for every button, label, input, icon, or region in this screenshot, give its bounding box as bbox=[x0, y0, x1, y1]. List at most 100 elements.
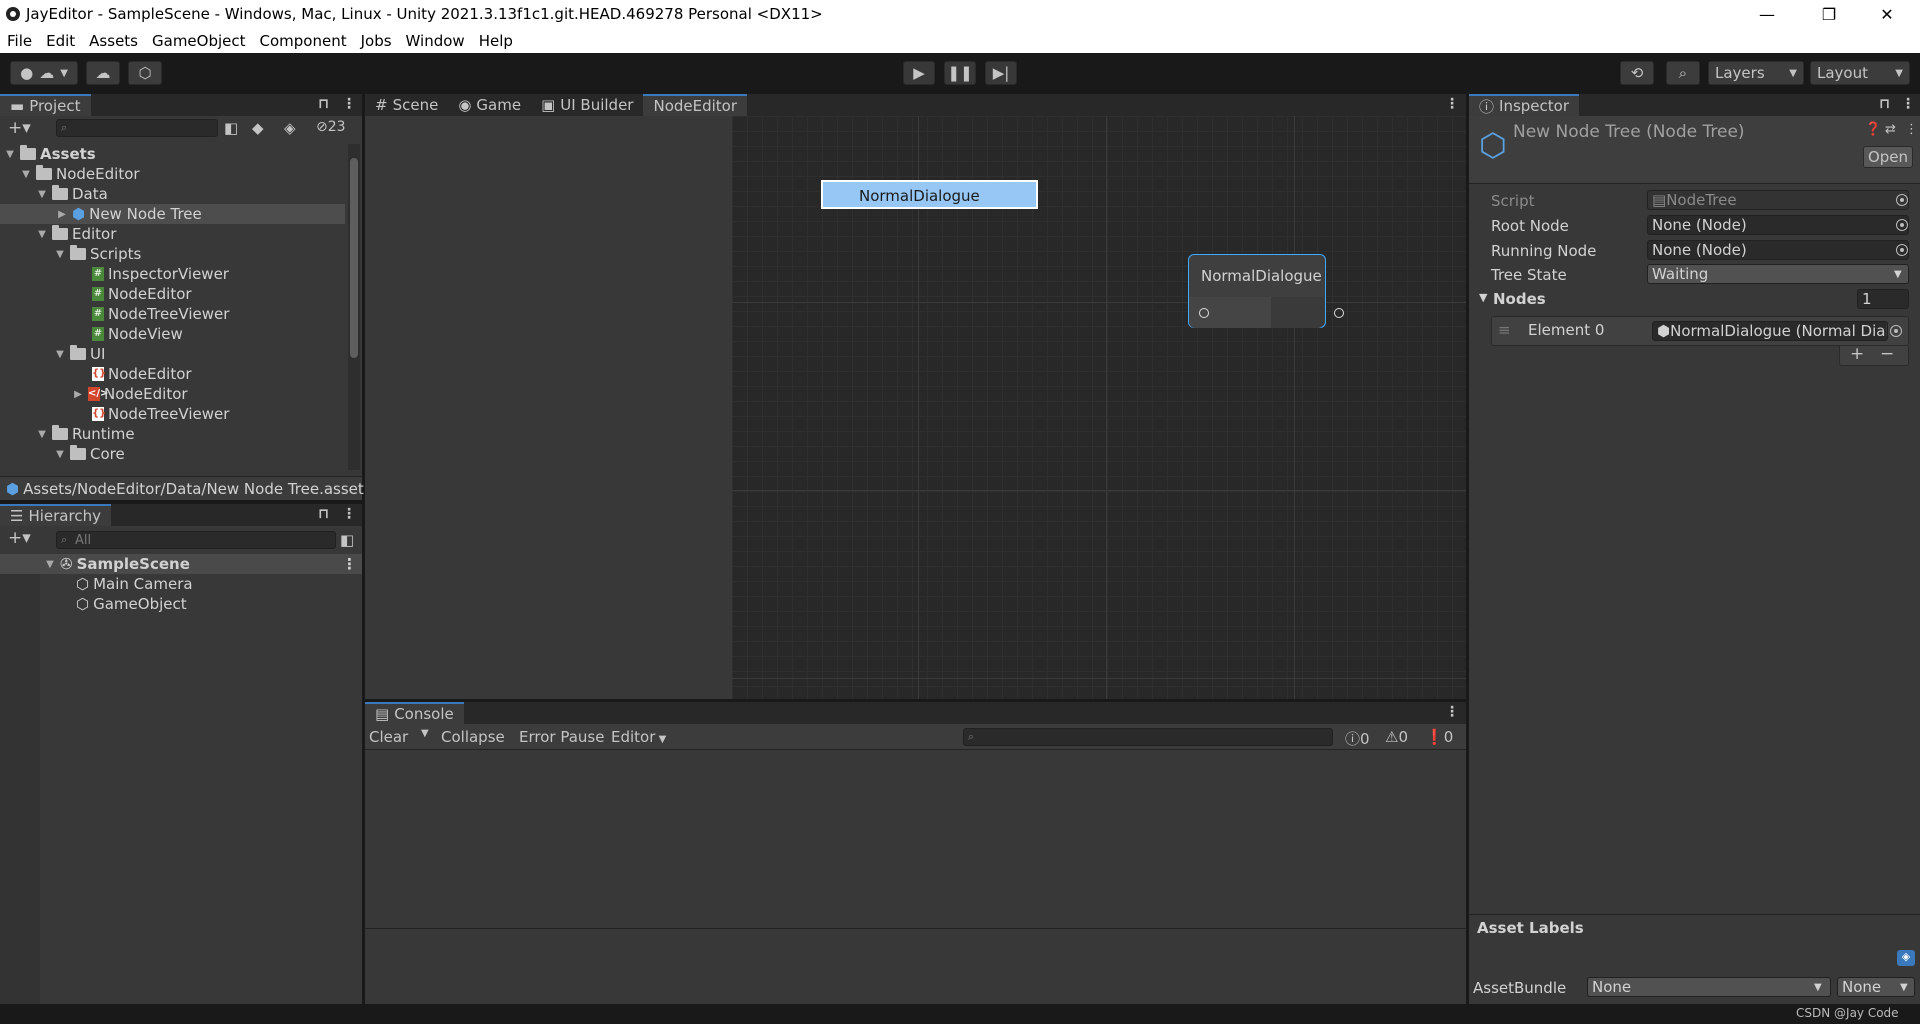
foldout-arrow-icon[interactable]: ▼ bbox=[1479, 291, 1487, 304]
warning-filter-toggle[interactable]: ⚠0 bbox=[1385, 728, 1408, 746]
component-menu-icon[interactable]: ⋮ bbox=[1905, 122, 1918, 137]
cloud-button[interactable]: ☁ bbox=[86, 61, 120, 85]
expand-arrow-icon[interactable]: ▼ bbox=[36, 229, 48, 240]
expand-arrow-icon[interactable]: ▼ bbox=[4, 149, 16, 160]
panel-menu-icon[interactable]: ⋮ bbox=[1445, 704, 1459, 720]
tab-game[interactable]: ◉ Game bbox=[448, 94, 531, 116]
scrollbar-thumb[interactable] bbox=[350, 158, 358, 358]
filter-type-icon[interactable]: ◆ bbox=[252, 119, 264, 137]
scene-menu-icon[interactable]: ⋮ bbox=[342, 555, 357, 573]
tab-scene[interactable]: # Scene bbox=[365, 94, 448, 116]
expand-arrow-icon[interactable]: ▼ bbox=[36, 429, 48, 440]
layout-dropdown[interactable]: Layout ▼ bbox=[1810, 61, 1910, 85]
filter-label-icon[interactable]: ◈ bbox=[284, 119, 296, 137]
running-node-field[interactable]: None (Node) bbox=[1647, 240, 1909, 260]
nodes-label[interactable]: Nodes bbox=[1493, 290, 1546, 308]
tab-ui-builder[interactable]: ▣ UI Builder bbox=[531, 94, 643, 116]
tree-item-nodetreeviewer-cs[interactable]: # NodeTreeViewer bbox=[92, 304, 229, 324]
hierarchy-item-main-camera[interactable]: ⬡ Main Camera bbox=[76, 574, 193, 594]
minimize-button[interactable]: — bbox=[1744, 0, 1790, 28]
lock-icon[interactable]: ⊓ bbox=[318, 506, 329, 522]
project-search-input[interactable]: ⌕ bbox=[56, 119, 218, 137]
assetbundle-variant-dropdown[interactable]: None ▼ bbox=[1837, 977, 1915, 997]
element-0-field[interactable]: ⬢NormalDialogue (Normal Dialogue) bbox=[1652, 321, 1888, 341]
drag-handle-icon[interactable]: ≡ bbox=[1498, 321, 1511, 339]
tree-item-editor[interactable]: ▼ Editor bbox=[36, 224, 116, 244]
presets-icon[interactable]: ⇄ bbox=[1885, 122, 1896, 137]
step-button[interactable]: ▶| bbox=[985, 61, 1017, 85]
account-button[interactable]: ● ☁ ▼ bbox=[10, 61, 78, 85]
menu-edit[interactable]: Edit bbox=[39, 32, 82, 50]
expand-arrow-icon[interactable]: ▼ bbox=[44, 559, 56, 570]
help-icon[interactable]: ❓ bbox=[1865, 122, 1881, 137]
project-scrollbar[interactable] bbox=[348, 144, 360, 470]
tab-hierarchy[interactable]: ☰ Hierarchy bbox=[0, 504, 111, 526]
tree-item-nodeeditor-uxml[interactable]: {} NodeEditor bbox=[92, 364, 192, 384]
clear-options-chevron-icon[interactable]: ▼ bbox=[421, 728, 429, 739]
menu-window[interactable]: Window bbox=[399, 32, 472, 50]
label-tag-icon[interactable]: ◈ bbox=[1897, 950, 1915, 966]
expand-arrow-icon[interactable]: ▼ bbox=[54, 449, 66, 460]
panel-menu-icon[interactable]: ⋮ bbox=[342, 506, 356, 522]
console-search-input[interactable]: ⌕ bbox=[963, 728, 1333, 746]
hierarchy-item-gameobject[interactable]: ⬡ GameObject bbox=[76, 594, 187, 614]
editor-dropdown[interactable]: Editor ▼ bbox=[611, 728, 666, 746]
tree-item-nodeeditor-cs[interactable]: # NodeEditor bbox=[92, 284, 192, 304]
assetbundle-dropdown[interactable]: None ▼ bbox=[1587, 977, 1831, 997]
error-filter-toggle[interactable]: ❗0 bbox=[1425, 728, 1453, 746]
lock-icon[interactable]: ⊓ bbox=[318, 96, 329, 112]
menu-assets[interactable]: Assets bbox=[82, 32, 145, 50]
node-normal-dialogue[interactable]: NormalDialogue bbox=[1188, 254, 1344, 328]
node-list-item[interactable]: NormalDialogue bbox=[821, 180, 1038, 209]
history-button[interactable]: ⟲ bbox=[1620, 61, 1654, 85]
add-element-button[interactable]: + bbox=[1850, 344, 1864, 364]
tree-item-data[interactable]: ▼ Data bbox=[36, 184, 108, 204]
panel-menu-icon[interactable]: ⋮ bbox=[1445, 96, 1459, 112]
tree-item-inspectorviewer[interactable]: # InspectorViewer bbox=[92, 264, 229, 284]
object-picker-icon[interactable] bbox=[1890, 325, 1902, 337]
tree-item-ui[interactable]: ▼ UI bbox=[54, 344, 105, 364]
info-filter-toggle[interactable]: ⓘ0 bbox=[1345, 728, 1370, 749]
expand-arrow-icon[interactable]: ▶ bbox=[56, 209, 68, 220]
search-by-type-icon[interactable]: ◧ bbox=[340, 531, 354, 549]
menu-gameobject[interactable]: GameObject bbox=[145, 32, 253, 50]
hidden-packages-toggle[interactable]: ⊘23 bbox=[316, 119, 346, 135]
expand-arrow-icon[interactable]: ▼ bbox=[20, 169, 32, 180]
package-button[interactable]: ⬡ bbox=[128, 61, 162, 85]
root-node-field[interactable]: None (Node) bbox=[1647, 215, 1909, 235]
tab-inspector[interactable]: ⓘ Inspector bbox=[1469, 94, 1579, 116]
play-button[interactable]: ▶ bbox=[903, 61, 935, 85]
nodes-size-field[interactable]: 1 bbox=[1857, 289, 1909, 309]
tree-state-dropdown[interactable]: Waiting ▼ bbox=[1647, 264, 1909, 284]
expand-arrow-icon[interactable]: ▼ bbox=[36, 189, 48, 200]
search-by-type-icon[interactable]: ◧ bbox=[224, 119, 238, 137]
output-port[interactable] bbox=[1334, 308, 1344, 318]
expand-arrow-icon[interactable]: ▶ bbox=[72, 389, 84, 400]
menu-file[interactable]: File bbox=[0, 32, 39, 50]
tree-item-nodeeditor[interactable]: ▼ NodeEditor bbox=[20, 164, 140, 184]
tree-item-runtime[interactable]: ▼ Runtime bbox=[36, 424, 135, 444]
tree-item-nodeeditor-uss[interactable]: ▶ </> NodeEditor bbox=[72, 384, 187, 404]
layers-dropdown[interactable]: Layers ▼ bbox=[1708, 61, 1804, 85]
collapse-button[interactable]: Collapse bbox=[441, 728, 505, 746]
close-button[interactable]: ✕ bbox=[1864, 0, 1910, 28]
error-pause-button[interactable]: Error Pause bbox=[519, 728, 604, 746]
object-picker-icon[interactable] bbox=[1896, 244, 1908, 256]
menu-jobs[interactable]: Jobs bbox=[354, 32, 399, 50]
scene-row[interactable]: ▼ ✇ SampleScene ⋮ bbox=[0, 554, 362, 574]
clear-button[interactable]: Clear bbox=[369, 728, 408, 746]
create-plus-icon[interactable]: +▾ bbox=[8, 118, 31, 138]
menu-help[interactable]: Help bbox=[472, 32, 520, 50]
input-port[interactable] bbox=[1199, 308, 1209, 318]
maximize-button[interactable]: ❐ bbox=[1806, 0, 1852, 28]
tab-console[interactable]: ▤ Console bbox=[365, 702, 464, 724]
open-button[interactable]: Open bbox=[1863, 146, 1913, 168]
expand-arrow-icon[interactable]: ▼ bbox=[54, 349, 66, 360]
tab-nodeeditor[interactable]: NodeEditor bbox=[643, 94, 748, 116]
tab-project[interactable]: ▬ Project bbox=[0, 94, 91, 116]
expand-arrow-icon[interactable]: ▼ bbox=[54, 249, 66, 260]
hierarchy-search-input[interactable]: ⌕ All bbox=[56, 531, 336, 549]
create-plus-icon[interactable]: +▾ bbox=[8, 528, 31, 548]
console-splitter[interactable] bbox=[365, 928, 1466, 929]
pause-button[interactable]: ❚❚ bbox=[944, 61, 976, 85]
